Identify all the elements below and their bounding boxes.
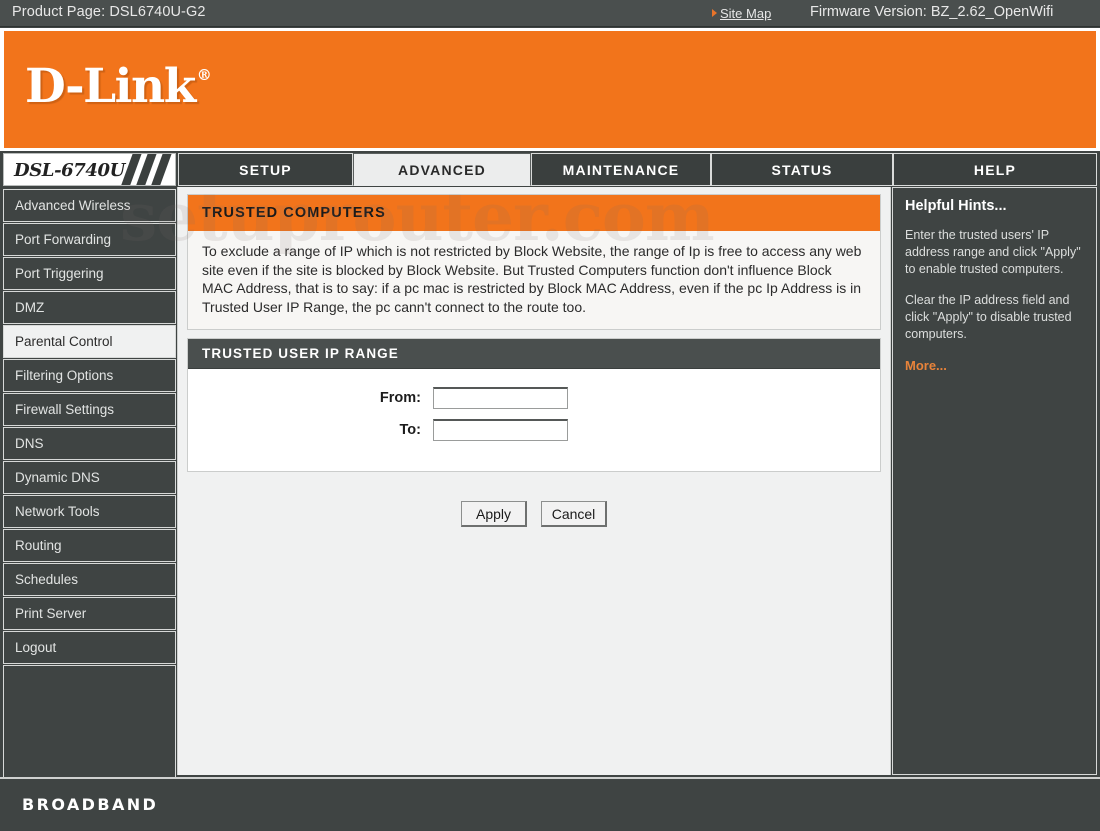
top-status-bar: Product Page: DSL6740U-G2 Site Map Firmw… — [0, 0, 1100, 27]
sidebar-item-dynamic-dns[interactable]: Dynamic DNS — [3, 461, 176, 494]
helpful-hints-panel: Helpful Hints... Enter the trusted users… — [892, 187, 1097, 775]
from-ip-input[interactable] — [433, 387, 568, 409]
sidebar-item-schedules[interactable]: Schedules — [3, 563, 176, 596]
from-row: From: — [188, 387, 880, 409]
firmware-version-label: Firmware Version: BZ_2.62_OpenWifi — [810, 4, 1054, 20]
trusted-computers-description: To exclude a range of IP which is not re… — [188, 231, 880, 329]
dlink-logo: D-Link ® — [25, 59, 212, 114]
trusted-user-ip-range-panel: TRUSTED USER IP RANGE From: To: — [187, 338, 881, 472]
from-label: From: — [379, 390, 421, 406]
sidebar-item-network-tools[interactable]: Network Tools — [3, 495, 176, 528]
brand-banner: D-Link ® — [4, 31, 1096, 148]
tab-setup[interactable]: SETUP — [178, 153, 353, 186]
tab-advanced[interactable]: ADVANCED — [353, 153, 531, 186]
trusted-user-ip-range-header: TRUSTED USER IP RANGE — [188, 339, 880, 369]
to-row: To: — [188, 419, 880, 441]
to-ip-input[interactable] — [433, 419, 568, 441]
sidebar-item-port-forwarding[interactable]: Port Forwarding — [3, 223, 176, 256]
arrow-right-icon — [712, 9, 717, 17]
hint-paragraph: Enter the trusted users' IP address rang… — [905, 228, 1081, 276]
helpful-hints-title: Helpful Hints... — [905, 198, 1007, 214]
page-footer: BROADBAND — [0, 777, 1100, 831]
product-page-label: Product Page: DSL6740U-G2 — [12, 4, 206, 20]
model-badge: DSL-6740U — [3, 153, 176, 186]
router-admin-page: Product Page: DSL6740U-G2 Site Map Firmw… — [0, 0, 1100, 831]
footer-broadband-label: BROADBAND — [22, 795, 159, 814]
sidebar-item-dmz[interactable]: DMZ — [3, 291, 176, 324]
sidebar-item-firewall-settings[interactable]: Firewall Settings — [3, 393, 176, 426]
trusted-computers-panel: TRUSTED COMPUTERS To exclude a range of … — [187, 194, 881, 330]
sidebar-item-print-server[interactable]: Print Server — [3, 597, 176, 630]
hints-more-link[interactable]: More... — [905, 358, 947, 373]
model-name-label: DSL-6740U — [14, 160, 125, 181]
tab-maintenance[interactable]: MAINTENANCE — [531, 153, 711, 186]
tab-status[interactable]: STATUS — [711, 153, 893, 186]
cancel-button[interactable]: Cancel — [541, 501, 607, 527]
registered-trademark-icon: ® — [196, 66, 212, 84]
sidebar-item-routing[interactable]: Routing — [3, 529, 176, 562]
sidebar-item-port-triggering[interactable]: Port Triggering — [3, 257, 176, 290]
trusted-computers-header: TRUSTED COMPUTERS — [188, 195, 880, 231]
ip-range-form: From: To: — [188, 369, 880, 471]
sidebar-menu: Advanced Wireless Port Forwarding Port T… — [3, 189, 176, 778]
apply-button[interactable]: Apply — [461, 501, 527, 527]
sidebar-item-logout[interactable]: Logout — [3, 631, 176, 664]
sidebar-item-advanced-wireless[interactable]: Advanced Wireless — [3, 189, 176, 222]
to-label: To: — [399, 422, 421, 438]
site-map-link-wrap[interactable]: Site Map — [712, 5, 771, 23]
main-content-area: TRUSTED COMPUTERS To exclude a range of … — [177, 187, 891, 775]
sidebar-item-parental-control[interactable]: Parental Control — [3, 325, 176, 358]
main-tab-bar: DSL-6740U SETUP ADVANCED MAINTENANCE STA… — [0, 153, 1100, 187]
sidebar-item-dns[interactable]: DNS — [3, 427, 176, 460]
tab-help[interactable]: HELP — [893, 153, 1097, 186]
brand-banner-frame: D-Link ® — [0, 28, 1100, 151]
dlink-logo-text: D-Link — [25, 59, 196, 114]
hint-paragraph: Clear the IP address field and click "Ap… — [905, 293, 1072, 341]
site-map-link[interactable]: Site Map — [720, 6, 771, 21]
sidebar-item-filtering-options[interactable]: Filtering Options — [3, 359, 176, 392]
action-button-row: Apply Cancel — [178, 501, 890, 527]
sidebar-filler — [3, 665, 176, 778]
